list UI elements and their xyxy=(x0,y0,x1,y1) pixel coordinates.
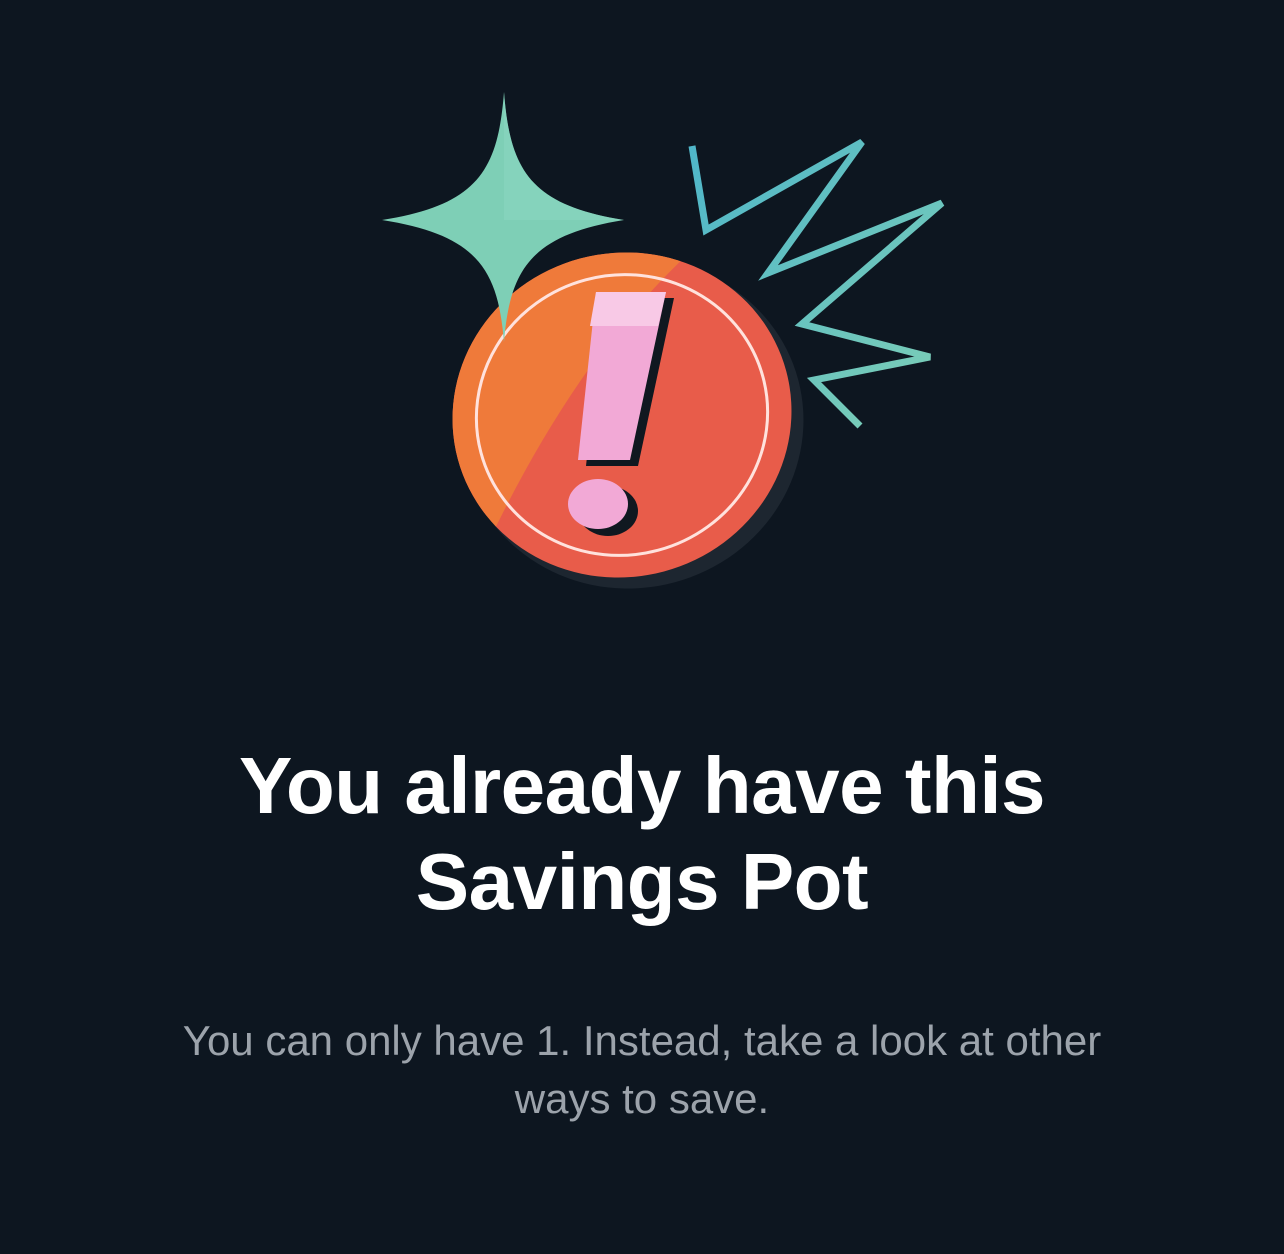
message-line: ways to save. xyxy=(514,1075,770,1122)
exclamation-coin-illustration xyxy=(370,80,970,610)
savings-pot-exists-screen: You already have this Savings Pot You ca… xyxy=(0,0,1284,1254)
title-line: Savings Pot xyxy=(415,837,869,926)
page-title: You already have this Savings Pot xyxy=(100,738,1184,930)
info-message: You can only have 1. Instead, take a loo… xyxy=(100,1012,1184,1128)
title-line: You already have this xyxy=(238,741,1046,830)
message-line: You can only have 1. Instead, take a loo… xyxy=(182,1017,1102,1064)
